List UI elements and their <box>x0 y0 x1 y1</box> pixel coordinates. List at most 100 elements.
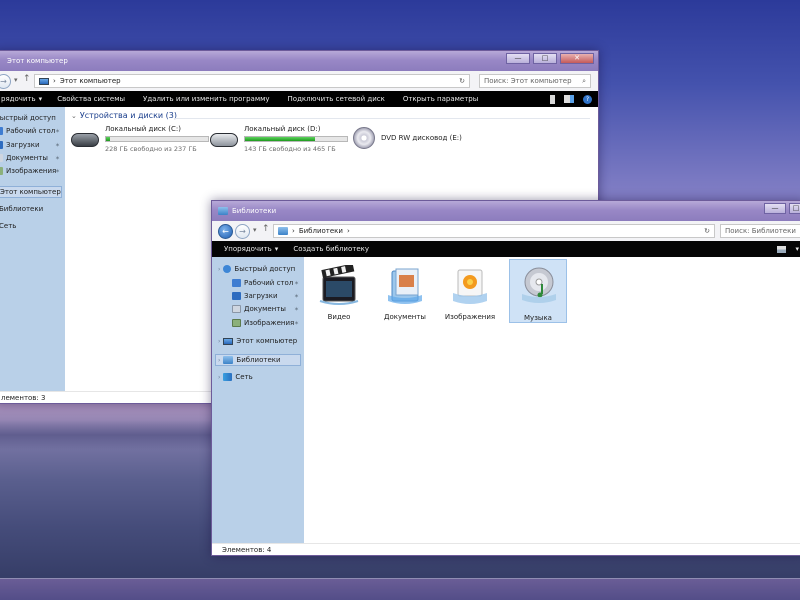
up-arrow-icon[interactable]: ↑ <box>23 74 31 84</box>
organize-dropdown-icon[interactable]: ▾ <box>39 95 43 103</box>
this-pc-titlebar[interactable]: Этот компьютер — □ ✕ <box>0 51 598 71</box>
sidebar-item-label: Изображения <box>244 319 295 327</box>
expand-icon[interactable]: › <box>218 266 220 273</box>
maximize-button[interactable]: □ <box>789 203 800 214</box>
system-properties-button[interactable]: Свойства системы <box>48 95 134 103</box>
libraries-window[interactable]: Библиотеки — □ ← → ▾ ↑ › Библиотеки › ↻ … <box>211 200 800 556</box>
forward-button[interactable]: → <box>235 224 250 239</box>
drive-free-space: 143 ГБ свободно из 465 ГБ <box>244 145 336 153</box>
library-documents[interactable]: Документы <box>376 261 434 323</box>
search-placeholder: Поиск: Библиотеки <box>725 227 796 235</box>
uninstall-program-button[interactable]: Удалить или изменить программу <box>134 95 278 103</box>
expand-icon[interactable]: › <box>218 338 220 345</box>
breadcrumb[interactable]: Библиотеки <box>299 227 343 235</box>
pin-icon[interactable]: ✶ <box>55 128 60 135</box>
network-icon <box>223 373 233 381</box>
history-dropdown-icon[interactable]: ▾ <box>14 76 18 84</box>
preview-pane-icon[interactable] <box>564 95 574 103</box>
expand-icon[interactable]: › <box>218 357 220 364</box>
sidebar-item-label: Сеть <box>235 373 253 381</box>
view-options-icon[interactable] <box>550 94 555 104</box>
view-dropdown-icon[interactable]: ▾ <box>795 245 799 253</box>
breadcrumb[interactable]: Этот компьютер <box>60 77 121 85</box>
navigation-pane: › Быстрый доступ Рабочий стол ✶ Загрузки… <box>212 257 304 543</box>
section-header[interactable]: ⌄ Устройства и диски (3) <box>71 111 177 120</box>
window-title: Этот компьютер <box>7 57 68 65</box>
libraries-icon <box>218 207 228 215</box>
organize-button[interactable]: Упорядочить <box>212 245 281 253</box>
pin-icon[interactable]: ✶ <box>294 306 299 313</box>
forward-button[interactable]: → <box>0 74 11 89</box>
back-button[interactable]: ← <box>218 224 233 239</box>
library-video[interactable]: Видео <box>310 261 368 323</box>
navigation-pane: Быстрый доступ Рабочий стол ✶ Загрузки ✶… <box>0 107 65 391</box>
drive-d[interactable]: Локальный диск (D:) 143 ГБ свободно из 4… <box>210 125 348 153</box>
minimize-button[interactable]: — <box>764 203 786 214</box>
sidebar-item-quick-access[interactable]: Быстрый доступ <box>0 114 56 122</box>
library-music[interactable]: Музыка <box>509 259 567 323</box>
sidebar-item-pictures[interactable]: Изображения <box>0 167 56 175</box>
sidebar-item-quick-access[interactable]: › Быстрый доступ <box>218 265 295 273</box>
sidebar-item-this-pc[interactable]: › Этот компьютер <box>218 337 297 345</box>
pin-icon[interactable]: ✶ <box>55 155 60 162</box>
open-settings-button[interactable]: Открыть параметры <box>394 95 487 103</box>
search-icon: ⌕ <box>582 77 586 85</box>
history-dropdown-icon[interactable]: ▾ <box>253 226 257 234</box>
drive-name: Локальный диск (C:) <box>105 125 181 133</box>
address-bar[interactable]: › Библиотеки › ↻ <box>273 224 715 238</box>
hard-drive-icon <box>71 133 99 147</box>
item-count: Элементов: 4 <box>222 546 272 554</box>
map-network-drive-button[interactable]: Подключить сетевой диск <box>279 95 394 103</box>
address-bar[interactable]: › Этот компьютер ↻ <box>34 74 470 88</box>
drive-c[interactable]: Локальный диск (C:) 228 ГБ свободно из 2… <box>71 125 209 153</box>
sidebar-item-pictures[interactable]: Изображения <box>232 319 294 327</box>
expand-icon[interactable]: › <box>218 374 220 381</box>
sidebar-item-downloads[interactable]: Загрузки <box>0 141 40 149</box>
sidebar-item-network[interactable]: Сеть <box>0 222 16 230</box>
help-icon[interactable]: ? <box>583 94 592 104</box>
close-button[interactable]: ✕ <box>560 53 594 64</box>
create-library-button[interactable]: Создать библиотеку <box>284 245 378 253</box>
libraries-titlebar[interactable]: Библиотеки — □ <box>212 201 800 221</box>
maximize-button[interactable]: □ <box>533 53 557 64</box>
refresh-icon[interactable]: ↻ <box>704 227 710 235</box>
libraries-content: Видео Документы Изображения Музыка <box>304 257 800 543</box>
pin-icon[interactable]: ✶ <box>294 293 299 300</box>
minimize-button[interactable]: — <box>506 53 530 64</box>
up-arrow-icon[interactable]: ↑ <box>262 224 270 234</box>
pin-icon[interactable]: ✶ <box>55 168 60 175</box>
sidebar-item-network[interactable]: › Сеть <box>218 373 253 381</box>
sidebar-item-documents[interactable]: Документы <box>232 305 286 313</box>
sidebar-item-this-pc[interactable]: Этот компьютер <box>0 186 62 198</box>
downloads-icon <box>232 292 241 300</box>
sidebar-item-label: Изображения <box>6 167 57 175</box>
pin-icon[interactable]: ✶ <box>55 142 60 149</box>
organize-dropdown-icon[interactable]: ▾ <box>275 245 279 253</box>
navigation-bar: → ▾ ↑ › Этот компьютер ↻ Поиск: Этот ком… <box>0 71 598 92</box>
item-count: лементов: 3 <box>1 394 46 402</box>
library-pictures[interactable]: Изображения <box>441 261 499 323</box>
sidebar-item-label: Документы <box>6 154 48 162</box>
command-bar: рядочить ▾ Свойства системы Удалить или … <box>0 91 598 107</box>
sidebar-item-desktop[interactable]: Рабочий стол <box>0 127 55 135</box>
taskbar[interactable] <box>0 578 800 600</box>
refresh-icon[interactable]: ↻ <box>459 77 465 85</box>
breadcrumb-chevron-icon[interactable]: › <box>347 227 350 235</box>
sidebar-item-label: Этот компьютер <box>236 337 298 345</box>
documents-library-icon <box>388 268 422 304</box>
sidebar-item-downloads[interactable]: Загрузки <box>232 292 278 300</box>
view-options-icon[interactable] <box>777 245 787 253</box>
status-bar: Элементов: 4 <box>212 543 800 555</box>
sidebar-item-libraries[interactable]: › Библиотеки <box>215 354 301 366</box>
sidebar-item-label: Этот компьютер <box>0 188 61 196</box>
drive-e[interactable]: DVD RW дисковод (E:) <box>353 127 462 149</box>
search-input[interactable]: Поиск: Этот компьютер ⌕ <box>479 74 591 88</box>
video-library-icon <box>319 265 359 305</box>
sidebar-item-desktop[interactable]: Рабочий стол <box>232 279 293 287</box>
star-icon <box>223 265 232 273</box>
search-input[interactable]: Поиск: Библиотеки <box>720 224 800 238</box>
sidebar-item-libraries[interactable]: Библиотеки <box>0 205 43 213</box>
sidebar-item-documents[interactable]: Документы <box>0 154 48 162</box>
pin-icon[interactable]: ✶ <box>294 280 299 287</box>
pin-icon[interactable]: ✶ <box>294 320 299 327</box>
